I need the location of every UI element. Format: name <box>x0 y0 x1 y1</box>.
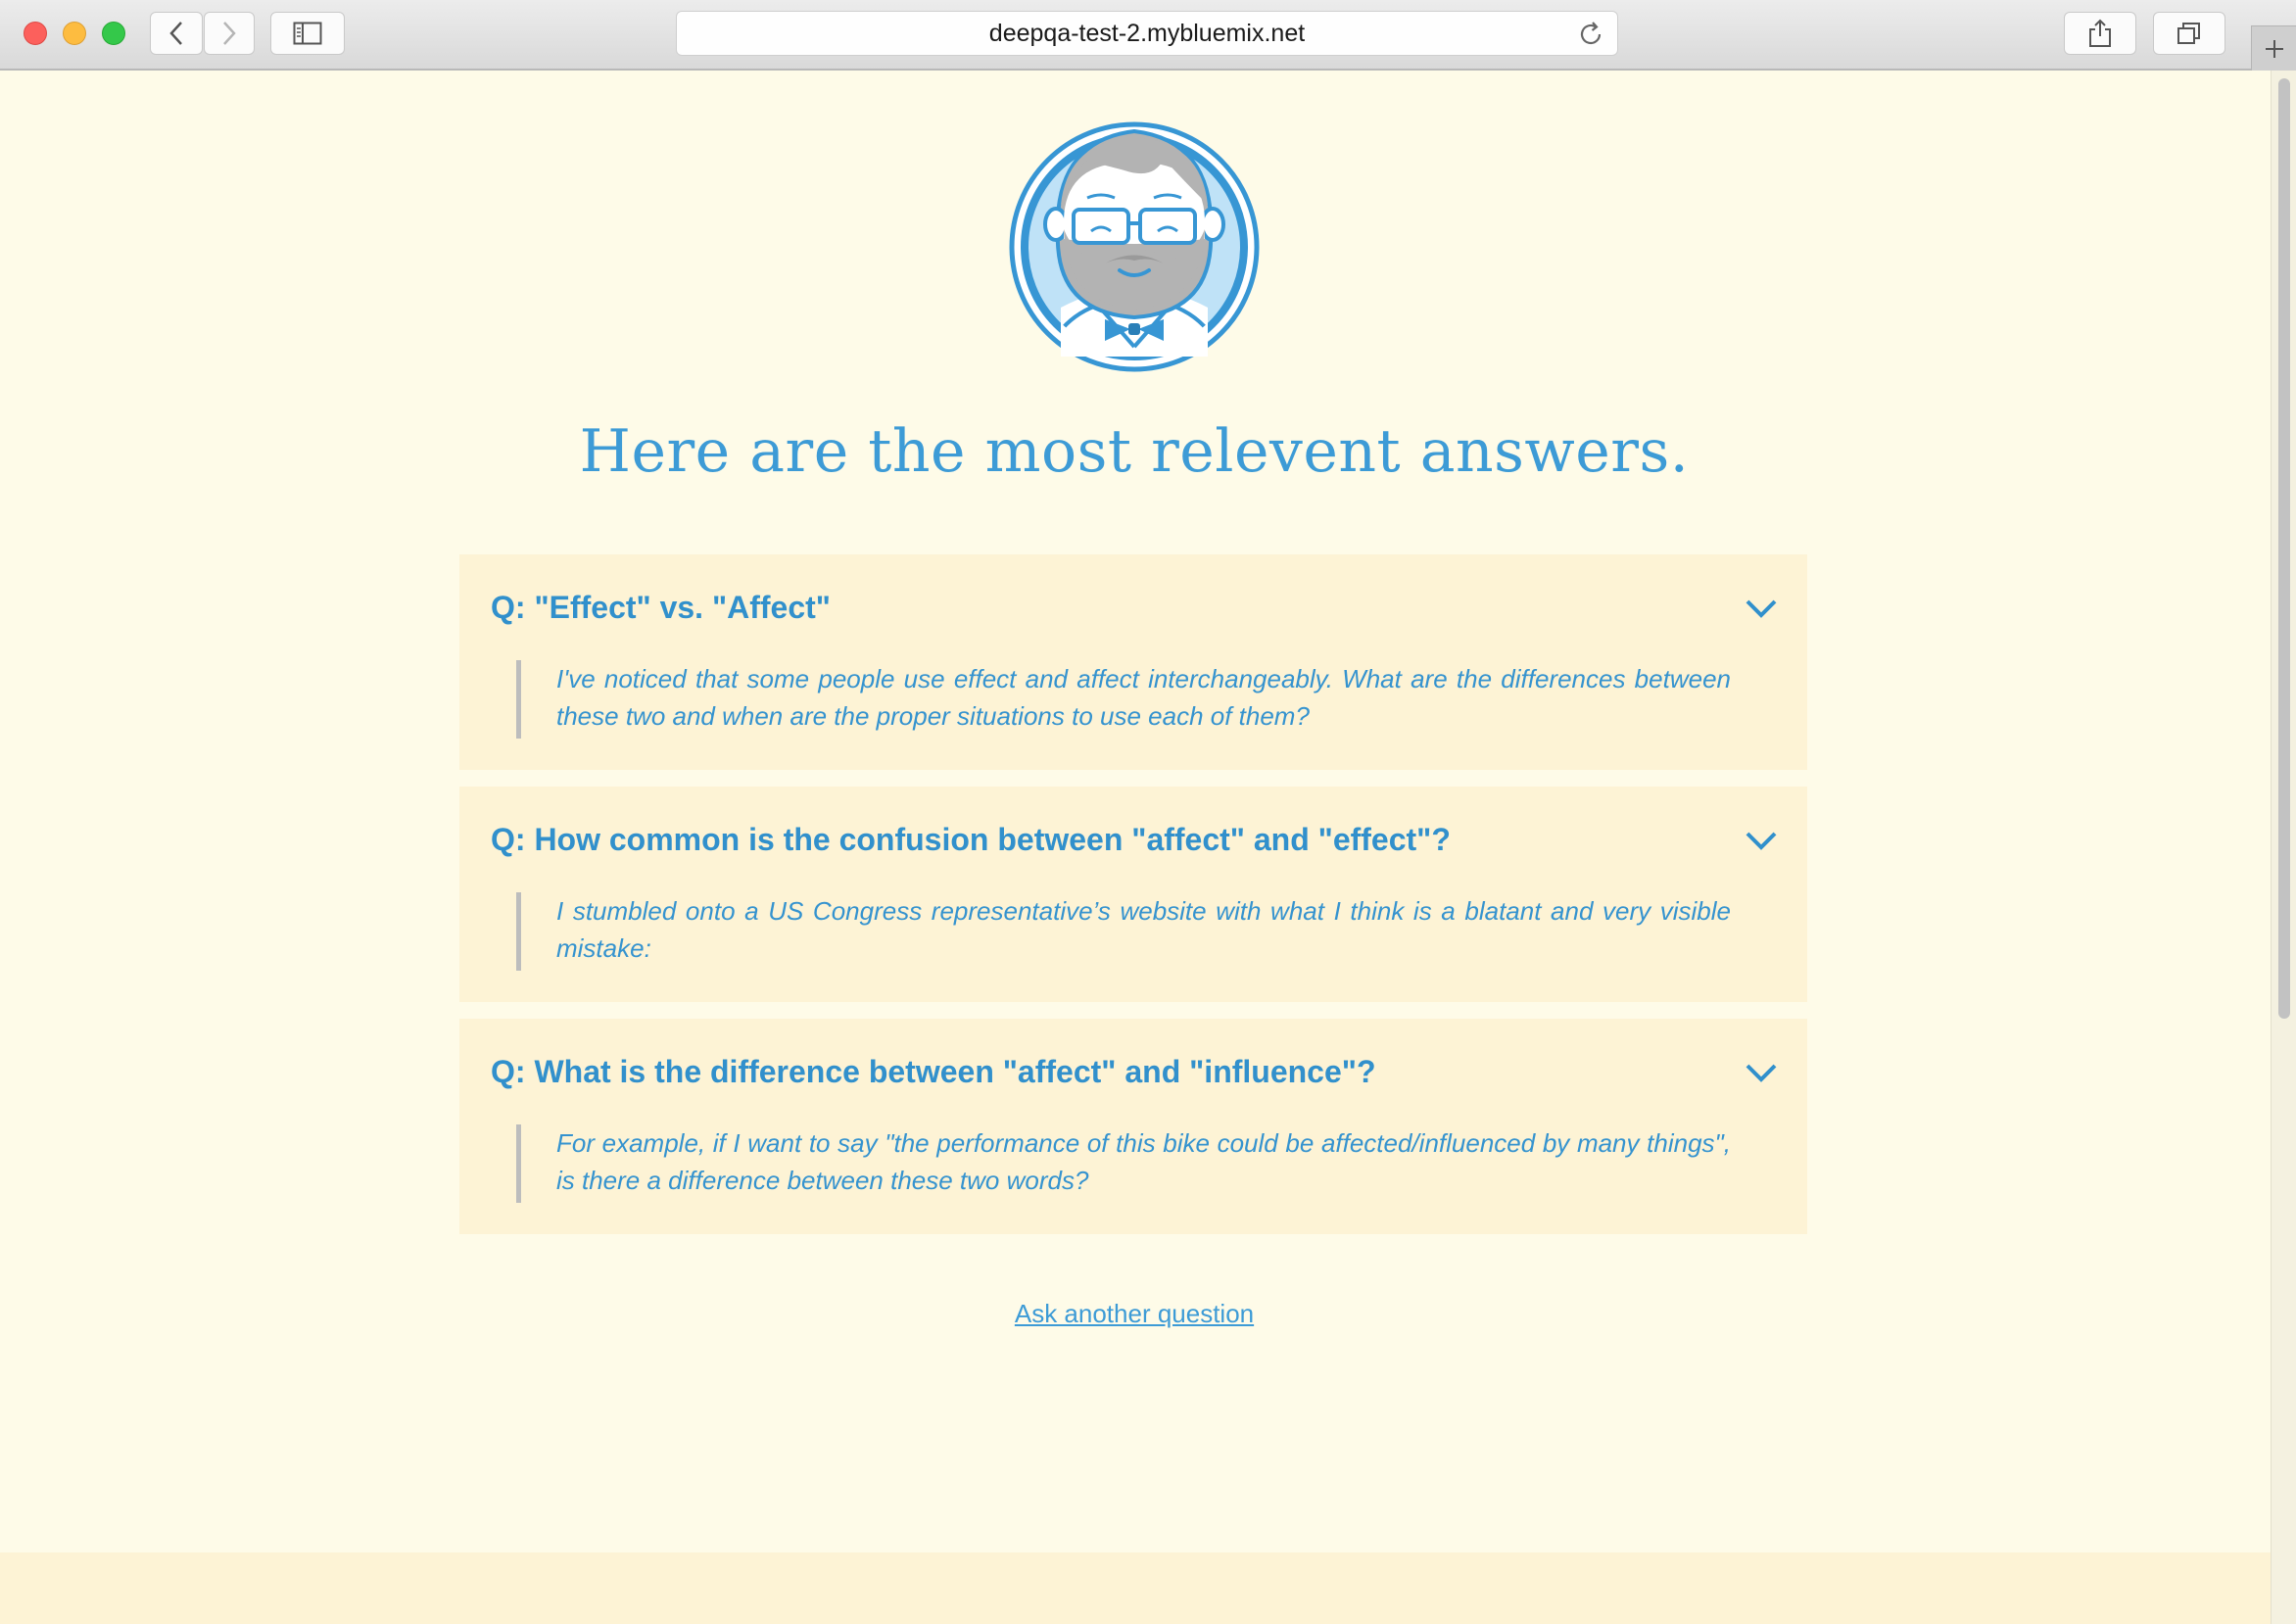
page-footer <box>0 1552 2271 1624</box>
answer-card[interactable]: Q: What is the difference between "affec… <box>459 1019 1807 1234</box>
address-bar[interactable]: deepqa-test-2.mybluemix.net <box>676 11 1618 56</box>
question-title[interactable]: Q: "Effect" vs. "Affect" <box>491 590 831 626</box>
tabs-icon <box>2177 23 2200 44</box>
question-excerpt: I've noticed that some people use effect… <box>516 660 1731 739</box>
excerpt-text: I've noticed that some people use effect… <box>556 664 1731 731</box>
chevron-down-icon[interactable] <box>1745 830 1778 851</box>
question-title[interactable]: Q: What is the difference between "affec… <box>491 1054 1375 1090</box>
professor-avatar-icon <box>1009 121 1260 372</box>
chevron-down-icon[interactable] <box>1745 1062 1778 1083</box>
tabs-overview-button[interactable] <box>2153 12 2225 55</box>
excerpt-text: For example, if I want to say "the perfo… <box>556 1128 1731 1195</box>
page-scrollbar[interactable] <box>2271 71 2296 1624</box>
sidebar-button[interactable] <box>270 12 345 55</box>
plus-icon <box>2265 39 2283 58</box>
chevron-right-icon <box>223 22 236 45</box>
answer-card[interactable]: Q: "Effect" vs. "Affect" I've noticed th… <box>459 554 1807 770</box>
minimize-window-button[interactable] <box>63 22 86 45</box>
ask-another-question-link[interactable]: Ask another question <box>0 1299 2269 1329</box>
excerpt-text: I stumbled onto a US Congress representa… <box>556 896 1731 963</box>
chevron-left-icon <box>169 22 182 45</box>
reload-icon[interactable] <box>1578 21 1605 48</box>
question-excerpt: I stumbled onto a US Congress representa… <box>516 892 1731 971</box>
question-title[interactable]: Q: How common is the confusion between "… <box>491 822 1451 858</box>
zoom-window-button[interactable] <box>102 22 125 45</box>
chevron-down-icon[interactable] <box>1745 597 1778 619</box>
sidebar-icon <box>293 22 322 45</box>
page-title: Here are the most relevent answers. <box>579 417 1690 486</box>
forward-button[interactable] <box>204 12 255 55</box>
new-tab-button[interactable] <box>2251 25 2296 71</box>
share-button[interactable] <box>2064 12 2136 55</box>
scrollbar-thumb[interactable] <box>2278 78 2290 1019</box>
close-window-button[interactable] <box>24 22 47 45</box>
answer-card[interactable]: Q: How common is the confusion between "… <box>459 787 1807 1002</box>
address-url: deepqa-test-2.mybluemix.net <box>988 20 1306 47</box>
question-excerpt: For example, if I want to say "the perfo… <box>516 1124 1731 1203</box>
browser-toolbar: deepqa-test-2.mybluemix.net <box>0 0 2296 71</box>
share-icon <box>2089 19 2111 47</box>
back-button[interactable] <box>150 12 203 55</box>
